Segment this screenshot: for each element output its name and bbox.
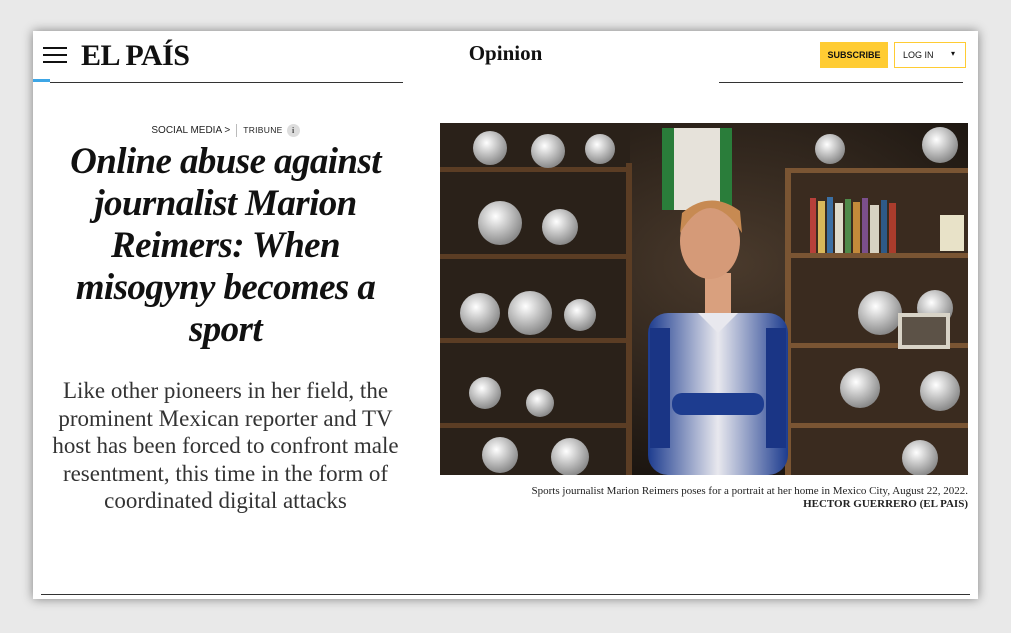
divider [41, 594, 970, 595]
info-icon[interactable]: i [286, 124, 300, 137]
divider [50, 82, 403, 83]
chevron-down-icon: ▾ [950, 49, 955, 58]
article-photo[interactable] [440, 123, 968, 475]
kicker-separator [236, 124, 238, 137]
login-label: LOG IN [903, 50, 934, 60]
site-header: EL PAÍS Opinion SUBSCRIBE LOG IN ▾ [33, 31, 978, 81]
site-logo[interactable]: EL PAÍS [81, 39, 190, 73]
caption-text: Sports journalist Marion Reimers poses f… [531, 485, 968, 497]
browser-viewport: EL PAÍS Opinion SUBSCRIBE LOG IN ▾ SOCIA… [33, 31, 978, 599]
photo-credit: HECTOR GUERRERO (EL PAIS) [803, 498, 968, 510]
article-kicker: SOCIAL MEDIA > TRIBUNE i [33, 124, 418, 137]
photo-caption: Sports journalist Marion Reimers poses f… [440, 485, 968, 511]
subscribe-button[interactable]: SUBSCRIBE [820, 42, 888, 68]
kicker-tag: TRIBUNE [243, 125, 283, 136]
kicker-section-link[interactable]: SOCIAL MEDIA > [151, 125, 230, 136]
article-subheadline: Like other pioneers in her field, the pr… [52, 378, 399, 514]
reading-progress-bar [33, 79, 50, 82]
hamburger-menu-icon[interactable] [43, 47, 67, 63]
article-headline: Online abuse against journalist Marion R… [70, 141, 381, 350]
login-button[interactable]: LOG IN ▾ [894, 42, 966, 68]
divider [719, 82, 963, 83]
